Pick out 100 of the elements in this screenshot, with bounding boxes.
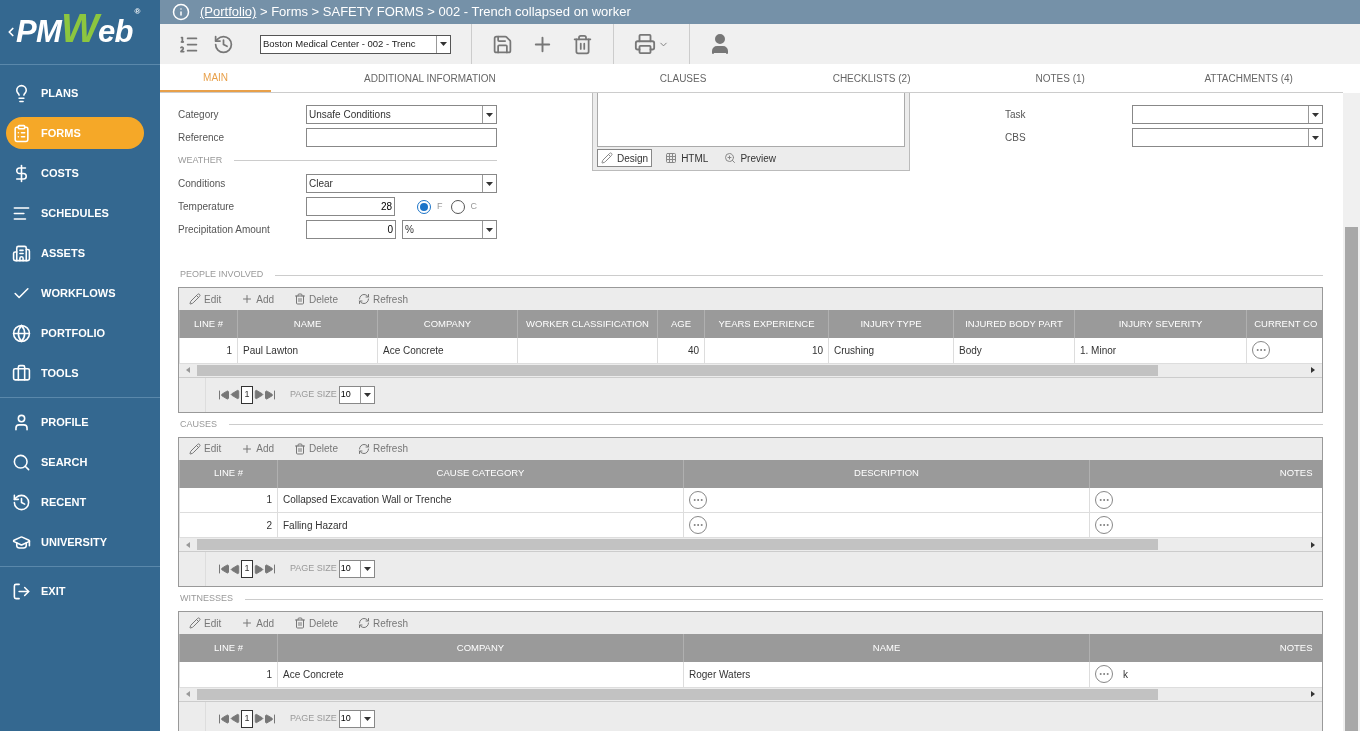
previous-page-icon[interactable] (230, 563, 241, 575)
next-page-icon[interactable] (253, 389, 264, 400)
select-field[interactable]: % (402, 220, 497, 239)
tab[interactable]: CLAUSES (588, 64, 778, 92)
grid-action-button[interactable]: Delete (294, 441, 338, 456)
editor-text-area[interactable] (597, 93, 905, 147)
last-page-icon[interactable] (264, 712, 276, 725)
column-header[interactable]: INJURED BODY PART (953, 310, 1075, 338)
column-header[interactable]: NAME (237, 310, 378, 338)
sidebar-item[interactable]: ASSETS (6, 237, 154, 269)
dropdown-caret-icon[interactable] (482, 106, 496, 123)
page-number-field[interactable]: 1 (241, 709, 253, 728)
editor-mode-button[interactable]: HTML (662, 149, 712, 167)
sidebar-item[interactable]: EXIT (6, 575, 154, 607)
page-size-select[interactable]: 10 (338, 709, 375, 728)
select-field[interactable]: Clear (306, 174, 497, 193)
page-number-field[interactable]: 1 (241, 385, 253, 404)
last-page-icon[interactable] (264, 388, 276, 401)
select-field[interactable] (1132, 105, 1323, 124)
column-header[interactable]: NOTES (1089, 459, 1322, 488)
column-header[interactable]: COMPANY (277, 634, 684, 662)
first-page-icon[interactable] (218, 563, 230, 575)
column-header[interactable]: CAUSE CATEGORY (277, 459, 684, 488)
first-page-icon[interactable] (218, 388, 230, 401)
tab[interactable]: ATTACHMENTS (4) (1154, 64, 1343, 92)
input-field[interactable] (306, 128, 497, 147)
tab[interactable]: MAIN (160, 64, 272, 92)
history-icon[interactable] (213, 33, 234, 55)
column-header[interactable]: CURRENT CO (1246, 310, 1322, 338)
grid-action-button[interactable]: Delete (294, 615, 338, 631)
vertical-scrollbar[interactable] (1343, 93, 1360, 731)
grid-action-button[interactable]: Edit (189, 291, 222, 307)
sidebar-item[interactable]: PLANS (6, 77, 154, 109)
sidebar-item[interactable]: SCHEDULES (6, 197, 154, 229)
scroll-left-icon (186, 367, 190, 373)
column-header[interactable]: NAME (683, 634, 1090, 662)
page-size-select[interactable]: 10 (338, 560, 375, 578)
column-header[interactable]: NOTES (1089, 634, 1322, 662)
dropdown-caret-icon[interactable] (359, 386, 374, 403)
dropdown-caret-icon[interactable] (359, 710, 374, 727)
previous-page-icon[interactable] (230, 713, 241, 724)
grid-action-button[interactable]: Delete (294, 291, 338, 307)
select-field[interactable]: Unsafe Conditions (306, 105, 497, 124)
select-field[interactable] (1132, 128, 1323, 147)
dropdown-caret-icon[interactable] (482, 175, 496, 192)
last-page-icon[interactable] (264, 563, 276, 575)
tab[interactable]: NOTES (1) (965, 64, 1155, 92)
sidebar-item[interactable]: WORKFLOWS (6, 277, 154, 309)
tab[interactable]: CHECKLISTS (2) (777, 64, 966, 92)
grid-action-button[interactable]: Add (241, 291, 275, 307)
sidebar-item[interactable]: TOOLS (6, 357, 154, 389)
portfolio-link[interactable]: (Portfolio) (200, 4, 257, 20)
column-header[interactable]: AGE (657, 310, 705, 338)
sidebar-item[interactable]: RECENT (6, 486, 154, 518)
grid-action-button[interactable]: Add (241, 615, 275, 631)
horizontal-scrollbar[interactable] (179, 538, 1322, 552)
grid-action-button[interactable]: Add (241, 441, 275, 456)
input-field[interactable]: 28 (306, 197, 395, 216)
column-header[interactable]: LINE # (179, 310, 238, 338)
column-header[interactable]: LINE # (179, 459, 278, 488)
table-cell: 10 (811, 344, 823, 356)
grid-action-button[interactable]: Refresh (357, 291, 408, 307)
first-page-icon[interactable] (218, 712, 230, 725)
sidebar-item[interactable]: COSTS (6, 157, 154, 189)
input-field[interactable]: 0 (306, 220, 396, 239)
scroll-right-icon (1311, 367, 1315, 373)
plus-icon (241, 293, 254, 305)
save-icon[interactable] (492, 33, 513, 55)
page-size-select[interactable]: 10 (338, 385, 375, 404)
dropdown-caret-icon[interactable] (482, 221, 496, 238)
tab[interactable]: ADDITIONAL INFORMATION (271, 64, 589, 92)
dropdown-caret-icon[interactable] (1308, 129, 1322, 146)
grid-action-button[interactable]: Edit (189, 441, 222, 456)
column-header[interactable]: DESCRIPTION (683, 459, 1090, 488)
trash-icon (294, 617, 307, 629)
field-label: Category (178, 108, 220, 122)
record-select[interactable]: Boston Medical Center - 002 - Trenc (260, 34, 451, 54)
delete-icon[interactable] (572, 33, 593, 55)
column-header[interactable]: COMPANY (377, 310, 518, 338)
dropdown-caret-icon[interactable] (436, 35, 450, 53)
grid-action-button[interactable]: Refresh (357, 615, 408, 631)
column-header[interactable]: INJURY TYPE (828, 310, 954, 338)
sidebar-item[interactable]: PORTFOLIO (6, 317, 154, 349)
column-header[interactable]: YEARS EXPERIENCE (704, 310, 829, 338)
dropdown-caret-icon[interactable] (1308, 106, 1322, 123)
grid-action-button[interactable]: Refresh (357, 441, 408, 456)
previous-page-icon[interactable] (230, 389, 241, 400)
column-header[interactable]: INJURY SEVERITY (1074, 310, 1247, 338)
sidebar-item[interactable]: PROFILE (6, 406, 154, 438)
sidebar-item[interactable]: UNIVERSITY (6, 526, 154, 558)
dropdown-caret-icon[interactable] (359, 561, 374, 577)
grid-action-button[interactable]: Edit (189, 615, 222, 631)
editor-mode-button[interactable]: Design (597, 149, 653, 167)
column-header[interactable]: WORKER CLASSIFICATION (517, 310, 658, 338)
sidebar-item[interactable]: SEARCH (6, 446, 154, 478)
next-page-icon[interactable] (253, 713, 264, 724)
editor-mode-button[interactable]: Preview (721, 149, 779, 167)
next-page-icon[interactable] (253, 563, 264, 575)
page-number-field[interactable]: 1 (241, 560, 253, 578)
column-header[interactable]: LINE # (179, 634, 278, 662)
